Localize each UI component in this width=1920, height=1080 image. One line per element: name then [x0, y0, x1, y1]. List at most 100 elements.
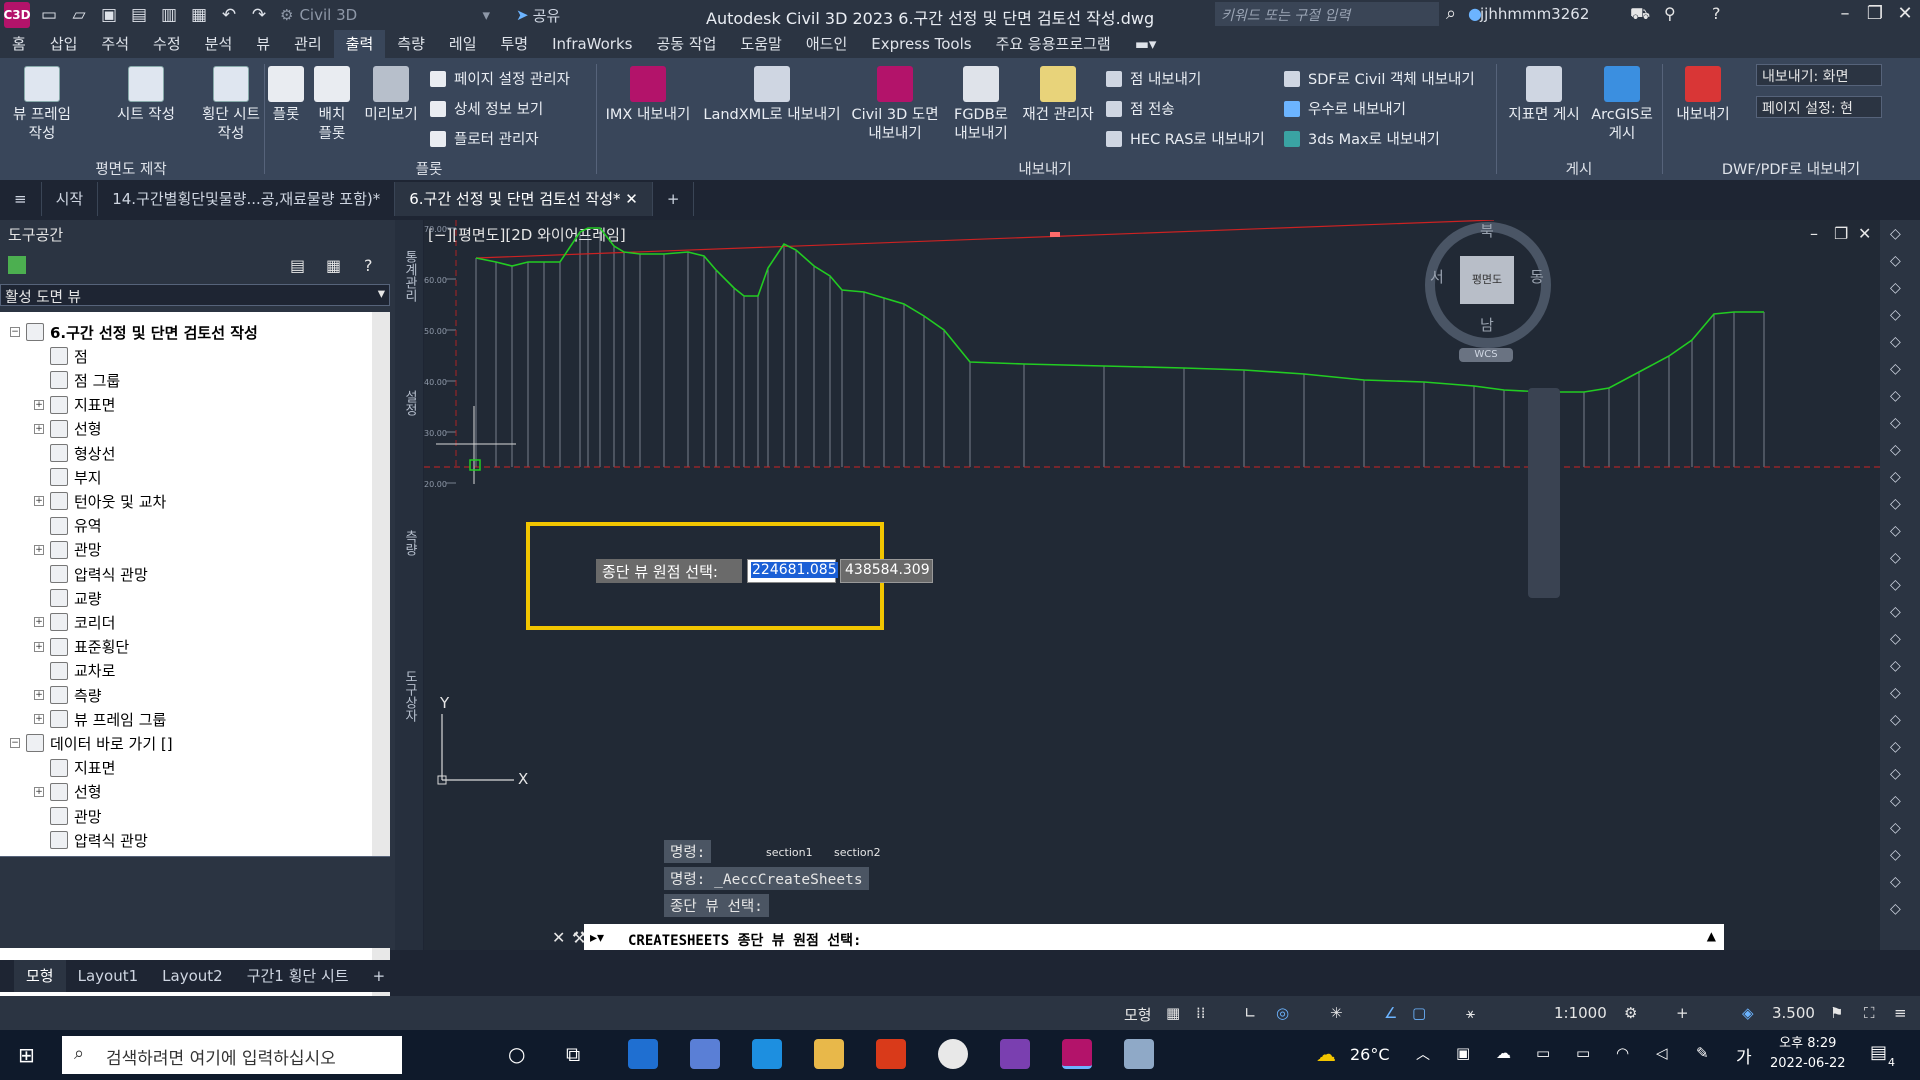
ribbon-tab[interactable]: 애드인 — [794, 30, 859, 58]
fgdb-export-button[interactable]: FGDB로 내보내기 — [946, 66, 1016, 144]
close-tab-icon[interactable]: ✕ — [621, 190, 638, 208]
tool-icon[interactable]: ◇ — [1890, 631, 1908, 649]
tool-icon[interactable]: ◇ — [1890, 550, 1908, 568]
viewcube-top-face[interactable]: 평면도 — [1460, 256, 1514, 304]
plot-button[interactable]: 플롯 — [264, 66, 308, 125]
workspace-selector[interactable]: ⚙ Civil 3D ▾ — [280, 4, 490, 26]
tree-item[interactable]: 형상선 — [34, 441, 115, 465]
tree-item[interactable]: 교량 — [34, 586, 102, 610]
tree-item[interactable]: 부지 — [34, 465, 102, 489]
tree-item[interactable]: 관망 — [34, 804, 102, 828]
doc-tab-menu-icon[interactable]: ≡ — [0, 182, 42, 216]
create-section-sheets-button[interactable]: 횡단 시트 작성 — [200, 66, 262, 144]
tree-expander-icon[interactable]: − — [10, 738, 20, 749]
view-selector[interactable]: 활성 도면 뷰 ▾ — [0, 284, 390, 306]
batch-plot-button[interactable]: 배치 플롯 — [310, 66, 354, 144]
tree-expander-icon[interactable]: + — [34, 641, 44, 652]
document-tab[interactable]: 14.구간별횡단및물량...공,재료물량 포함)* — [98, 182, 396, 216]
cart-icon[interactable]: ⛟ — [1630, 4, 1650, 25]
task-view-icon[interactable]: ⧉ — [566, 1042, 580, 1066]
ribbon-tab[interactable]: 삽입 — [38, 30, 90, 58]
help-icon[interactable]: ? — [1712, 4, 1721, 23]
tool-icon[interactable]: ◇ — [1890, 361, 1908, 379]
hec-ras-export-button[interactable]: HEC RAS로 내보내기 — [1106, 128, 1265, 149]
civil3d-export-button[interactable]: Civil 3D 도면 내보내기 — [848, 66, 942, 144]
compass-south[interactable]: 남 — [1480, 314, 1494, 335]
ribbon-tab[interactable]: Express Tools — [859, 30, 983, 58]
compass-north[interactable]: 북 — [1480, 220, 1494, 241]
pen-icon[interactable]: ✎ — [1696, 1044, 1709, 1062]
chrome-app-icon[interactable] — [938, 1039, 968, 1069]
tool-icon[interactable]: ◇ — [1890, 442, 1908, 460]
save-icon[interactable]: ▣ — [98, 4, 120, 26]
clock[interactable]: 오후 8:29 2022-06-22 — [1770, 1034, 1846, 1074]
tree-expander-icon[interactable]: + — [34, 786, 44, 797]
command-prompt-icon[interactable]: ▸▾ — [590, 930, 604, 946]
dynamic-input-icon[interactable]: ∠ — [1384, 1004, 1397, 1022]
undo-icon[interactable]: ↶ — [218, 4, 240, 26]
wifi-icon[interactable]: ◠ — [1616, 1044, 1629, 1062]
document-tab[interactable]: 6.구간 선정 및 단면 검토선 작성* ✕ — [395, 182, 653, 216]
notification-icon[interactable]: ▤ — [1870, 1042, 1887, 1063]
toolspace-vertical-tab[interactable]: 통계관리 — [399, 250, 419, 302]
viewer-app-icon[interactable] — [1124, 1039, 1154, 1069]
connect-icon[interactable]: ⚲ — [1664, 4, 1676, 23]
ribbon-tab[interactable]: 레일 — [437, 30, 489, 58]
tree-expander-icon[interactable]: + — [34, 714, 44, 725]
cmd-close-icon[interactable]: ✕ — [552, 928, 565, 947]
volume-icon[interactable]: ◁ — [1656, 1044, 1668, 1062]
model-space-label[interactable]: 모형 — [1124, 1004, 1152, 1025]
publish-icon[interactable]: ▥ — [158, 4, 180, 26]
settings-app-icon[interactable] — [690, 1039, 720, 1069]
tree-expander-icon[interactable]: + — [34, 399, 44, 410]
new-layout-button[interactable]: + — [361, 960, 398, 992]
ribbon-tab[interactable]: 주요 응용프로그램 — [984, 30, 1123, 58]
tool-icon[interactable]: ◇ — [1890, 253, 1908, 271]
y-coordinate-input[interactable]: 438584.309 — [840, 559, 933, 583]
layout-tab[interactable]: 구간1 횡단 시트 — [235, 960, 361, 992]
redo-icon[interactable]: ↷ — [248, 4, 270, 26]
ribbon-tab[interactable]: 공동 작업 — [644, 30, 728, 58]
taskbar-search-input[interactable]: 검색하려면 여기에 입력하십시오 — [62, 1036, 402, 1074]
drawing-viewport[interactable]: [−][평면도][2D 와이어프레임] – ❐ ✕ 70.00 60.00 50.0… — [424, 220, 1880, 950]
user-name[interactable]: jjhhmmm3262 — [1480, 5, 1589, 23]
ribbon-visibility-icon[interactable]: ▬▾ — [1123, 30, 1169, 58]
tray-chevron-icon[interactable]: ︿ — [1416, 1044, 1430, 1064]
preview-button[interactable]: 미리보기 — [356, 66, 426, 125]
tool-icon[interactable]: ◇ — [1890, 388, 1908, 406]
search-icon[interactable]: ⌕ — [1446, 3, 1456, 24]
tool-icon[interactable]: ◇ — [1890, 523, 1908, 541]
polar-icon[interactable]: ◎ — [1276, 1004, 1289, 1022]
tool-icon[interactable]: ◇ — [1890, 577, 1908, 595]
create-view-frames-button[interactable]: 뷰 프레임 작성 — [6, 66, 78, 144]
mail-app-icon[interactable] — [752, 1039, 782, 1069]
ortho-icon[interactable]: ∟ — [1244, 1004, 1257, 1022]
plus-icon[interactable]: + — [1676, 1004, 1689, 1022]
ribbon-tab[interactable]: 뷰 — [244, 30, 282, 58]
tree-item[interactable]: 압력식 관망 — [34, 562, 148, 586]
history-toggle-icon[interactable]: ▲ — [1707, 929, 1716, 943]
layout-tab[interactable]: 모형 — [14, 960, 66, 992]
ribbon-tab[interactable]: 홈 — [0, 30, 38, 58]
command-line[interactable]: ▸▾ CREATESHEETS 종단 뷰 원점 선택: ▲ — [584, 924, 1724, 950]
plotter-manager-button[interactable]: 플로터 관리자 — [430, 128, 539, 149]
tree-item[interactable]: + 표준횡단 — [34, 635, 129, 659]
ribbon-tab[interactable]: 도움말 — [728, 30, 793, 58]
new-tab-button[interactable]: + — [653, 182, 695, 216]
tool-icon[interactable]: ◇ — [1890, 901, 1908, 919]
tree-expander-icon[interactable]: + — [34, 544, 44, 555]
tool-icon[interactable]: ◇ — [1890, 334, 1908, 352]
annotation-scale[interactable]: 1:1000 — [1554, 1004, 1607, 1022]
ribbon-tab[interactable]: 측량 — [385, 30, 437, 58]
print-icon[interactable]: ▦ — [188, 4, 210, 26]
export-pdf-button[interactable]: 내보내기 — [1668, 66, 1738, 125]
tree-item[interactable]: − 데이터 바로 가기 [] — [10, 731, 173, 755]
office-app-icon[interactable] — [876, 1039, 906, 1069]
export-scope-select[interactable]: 내보내기: 화면 — [1756, 64, 1882, 86]
ime-indicator[interactable]: 가 — [1736, 1043, 1752, 1068]
tree-item[interactable]: + 뷰 프레임 그룹 — [34, 707, 166, 731]
toolspace-vertical-tab[interactable]: 도구상자 — [399, 670, 419, 722]
tool-icon[interactable]: ◇ — [1890, 307, 1908, 325]
ribbon-tab[interactable]: 출력 — [333, 30, 386, 58]
weather-temperature[interactable]: 26°C — [1350, 1045, 1390, 1064]
